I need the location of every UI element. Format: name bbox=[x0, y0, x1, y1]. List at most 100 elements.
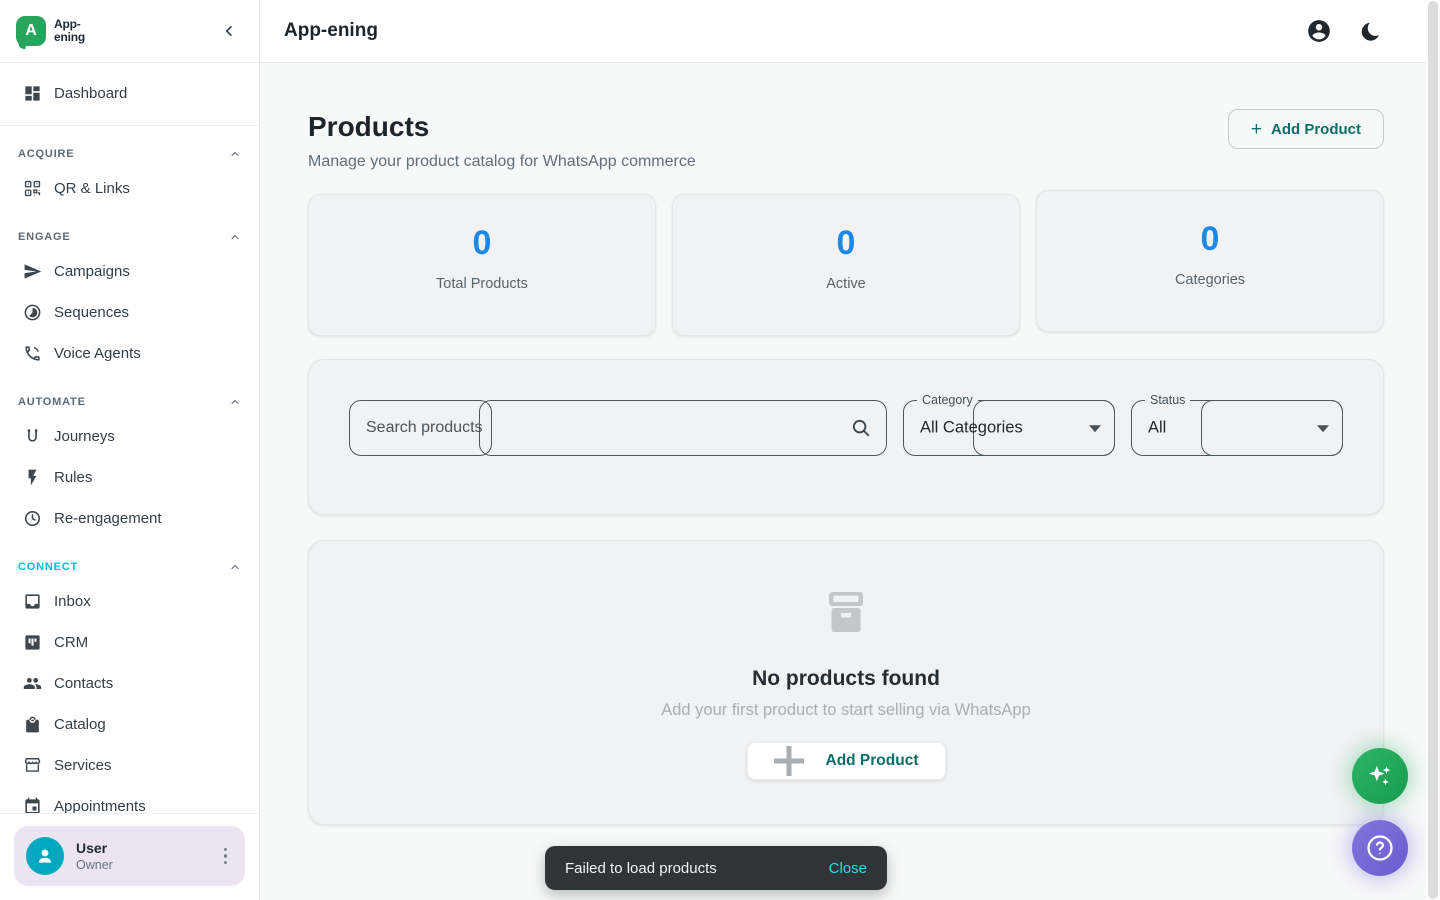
category-value: All Categories bbox=[920, 419, 1023, 438]
sidebar-item-re-engagement[interactable]: Re-engagement bbox=[0, 498, 259, 539]
page-title: Products bbox=[308, 109, 696, 145]
ai-assistant-fab[interactable] bbox=[1352, 748, 1408, 804]
brand-logo-text: App- ening bbox=[54, 18, 85, 44]
user-meta: User Owner bbox=[76, 840, 206, 872]
empty-state-title: No products found bbox=[752, 667, 940, 691]
kebab-menu-icon[interactable] bbox=[218, 844, 234, 869]
filter-bar: Category All Categories Status All bbox=[308, 359, 1384, 515]
scrollbar[interactable] bbox=[1426, 0, 1440, 900]
section-title: ACQUIRE bbox=[18, 148, 74, 160]
section-title: CONNECT bbox=[18, 561, 78, 573]
chevron-left-icon bbox=[220, 22, 238, 40]
status-value: All bbox=[1148, 419, 1166, 438]
bolt-icon bbox=[22, 468, 42, 488]
status-label: Status bbox=[1145, 395, 1190, 405]
dropdown-caret-icon bbox=[1317, 425, 1329, 432]
stat-card-active: 0 Active bbox=[672, 194, 1020, 336]
divider bbox=[0, 125, 259, 126]
stat-card-total-products: 0 Total Products bbox=[308, 194, 656, 336]
header-actions bbox=[1306, 18, 1384, 44]
sidebar-item-services[interactable]: Services bbox=[0, 745, 259, 786]
sidebar-item-label: Services bbox=[54, 757, 112, 774]
app-title: App-ening bbox=[284, 20, 378, 42]
status-select[interactable]: Status All bbox=[1131, 400, 1343, 456]
sidebar-section-automate[interactable]: AUTOMATE bbox=[0, 388, 259, 416]
sidebar-section-engage[interactable]: ENGAGE bbox=[0, 223, 259, 251]
clock-icon bbox=[22, 509, 42, 529]
storefront-icon bbox=[22, 756, 42, 776]
chevron-up-icon bbox=[229, 148, 241, 160]
sidebar: A App- ening Dashboard ACQUIRE QR & Link… bbox=[0, 0, 260, 900]
sidebar-item-label: Re-engagement bbox=[54, 510, 162, 527]
brand-logo-icon: A bbox=[16, 16, 46, 46]
question-mark-icon bbox=[1365, 833, 1395, 863]
sidebar-item-label: Campaigns bbox=[54, 263, 130, 280]
chevron-up-icon bbox=[229, 231, 241, 243]
dark-mode-moon-icon[interactable] bbox=[1358, 18, 1384, 44]
dashboard-icon bbox=[22, 83, 42, 103]
sidebar-item-catalog[interactable]: Catalog bbox=[0, 704, 259, 745]
plus-icon bbox=[766, 738, 812, 784]
send-icon bbox=[22, 262, 42, 282]
sidebar-item-label: Rules bbox=[54, 469, 92, 486]
sidebar-item-qr-links[interactable]: QR & Links bbox=[0, 168, 259, 209]
inbox-icon bbox=[22, 592, 42, 612]
dropdown-caret-icon bbox=[1089, 425, 1101, 432]
stat-value: 0 bbox=[473, 224, 492, 263]
sidebar-item-contacts[interactable]: Contacts bbox=[0, 663, 259, 704]
sidebar-item-dashboard[interactable]: Dashboard bbox=[0, 71, 259, 115]
section-title: AUTOMATE bbox=[18, 396, 86, 408]
stat-value: 0 bbox=[1201, 220, 1220, 259]
sidebar-footer: User Owner bbox=[0, 813, 259, 900]
sidebar-section-connect[interactable]: CONNECT bbox=[0, 553, 259, 581]
sidebar-item-appointments[interactable]: Appointments bbox=[0, 786, 259, 813]
sidebar-collapse-button[interactable] bbox=[215, 17, 243, 45]
add-product-button[interactable]: + Add Product bbox=[1228, 109, 1384, 149]
sidebar-item-crm[interactable]: CRM bbox=[0, 622, 259, 663]
category-label: Category bbox=[917, 395, 978, 405]
sidebar-item-campaigns[interactable]: Campaigns bbox=[0, 251, 259, 292]
stat-value: 0 bbox=[837, 224, 856, 263]
account-circle-icon[interactable] bbox=[1306, 18, 1332, 44]
user-role: Owner bbox=[76, 858, 206, 872]
sidebar-item-label: Inbox bbox=[54, 593, 91, 610]
stat-label: Total Products bbox=[436, 276, 528, 292]
empty-add-product-button[interactable]: Add Product bbox=[747, 742, 946, 780]
page-head: Products Manage your product catalog for… bbox=[308, 109, 1384, 171]
scrollbar-thumb[interactable] bbox=[1428, 1, 1438, 899]
search-input[interactable] bbox=[349, 400, 887, 456]
page-content: Products Manage your product catalog for… bbox=[260, 63, 1440, 900]
help-fab[interactable] bbox=[1352, 820, 1408, 876]
brand-logo[interactable]: A App- ening bbox=[16, 16, 85, 46]
main-area: App-ening Products Manage your product c… bbox=[260, 0, 1440, 900]
qr-code-icon bbox=[22, 179, 42, 199]
sidebar-item-journeys[interactable]: Journeys bbox=[0, 416, 259, 457]
sidebar-item-label: Appointments bbox=[54, 798, 146, 813]
plus-icon: + bbox=[1251, 120, 1262, 139]
user-name: User bbox=[76, 840, 206, 856]
toast-close-button[interactable]: Close bbox=[817, 852, 879, 885]
toast-notification: Failed to load products Close bbox=[545, 846, 887, 890]
sidebar-item-inbox[interactable]: Inbox bbox=[0, 581, 259, 622]
journeys-route-icon bbox=[22, 427, 42, 447]
sidebar-item-label: Catalog bbox=[54, 716, 106, 733]
search-icon bbox=[850, 417, 872, 439]
avatar bbox=[26, 837, 64, 875]
sparkles-icon bbox=[1366, 762, 1394, 790]
people-icon bbox=[22, 674, 42, 694]
add-product-label: Add Product bbox=[826, 752, 919, 770]
sidebar-item-voice-agents[interactable]: Voice Agents bbox=[0, 333, 259, 374]
sidebar-item-sequences[interactable]: Sequences bbox=[0, 292, 259, 333]
user-card[interactable]: User Owner bbox=[14, 826, 245, 886]
archive-box-icon bbox=[820, 586, 872, 643]
sidebar-item-label: QR & Links bbox=[54, 180, 130, 197]
section-title: ENGAGE bbox=[18, 231, 70, 243]
category-select[interactable]: Category All Categories bbox=[903, 400, 1115, 456]
sidebar-section-acquire[interactable]: ACQUIRE bbox=[0, 140, 259, 168]
sidebar-header: A App- ening bbox=[0, 0, 259, 63]
sidebar-item-rules[interactable]: Rules bbox=[0, 457, 259, 498]
stat-card-categories: 0 Categories bbox=[1036, 190, 1384, 332]
empty-state-subtitle: Add your first product to start selling … bbox=[661, 701, 1031, 720]
shopping-bag-icon bbox=[22, 715, 42, 735]
sidebar-item-label: Sequences bbox=[54, 304, 129, 321]
